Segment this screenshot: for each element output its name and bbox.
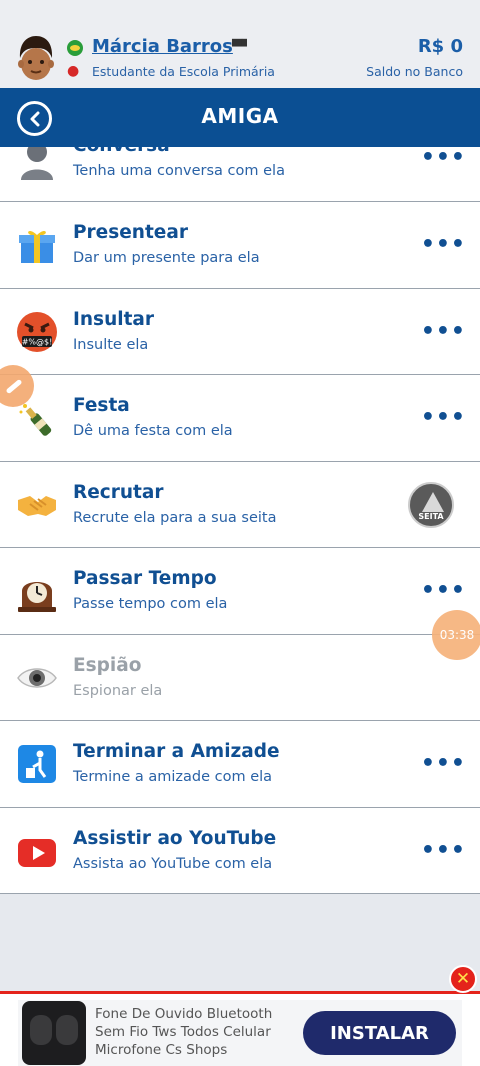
close-ad-button[interactable]: ✕: [449, 965, 477, 993]
item-title: Presentear: [73, 222, 188, 243]
cult-badge-button[interactable]: SEITA: [408, 481, 454, 528]
item-title: Conversa: [73, 147, 170, 156]
list-item-conversa[interactable]: Conversa Tenha uma conversa com ela •••: [0, 147, 480, 202]
earbuds-product-image[interactable]: [22, 1001, 86, 1065]
list-item-festa[interactable]: Festa Dê uma festa com ela •••: [0, 375, 480, 462]
item-title: Insultar: [73, 308, 155, 330]
more-options-button[interactable]: •••: [421, 578, 466, 603]
item-subtitle: Passe tempo com ela: [73, 596, 228, 612]
angry-face-icon: #%@$!: [16, 311, 58, 353]
avatar[interactable]: [14, 34, 58, 82]
pistol-icon: ▀▘: [232, 40, 252, 55]
item-title: Passar Tempo: [73, 568, 217, 589]
more-options-button[interactable]: •••: [421, 751, 466, 776]
ad-text[interactable]: Fone De Ouvido Bluetooth Sem Fio Tws Tod…: [95, 1005, 295, 1059]
more-options-button[interactable]: •••: [421, 147, 466, 170]
character-name[interactable]: Márcia Barros: [92, 36, 233, 57]
trash-person-icon: [16, 743, 58, 785]
clock-icon: [16, 572, 58, 614]
bank-balance[interactable]: R$ 0: [418, 36, 463, 57]
item-title: Recrutar: [73, 481, 164, 503]
item-title: Assistir ao YouTube: [73, 827, 277, 849]
svg-text:#%@$!: #%@$!: [22, 337, 53, 346]
brazil-flag-icon: [67, 40, 83, 56]
more-options-button[interactable]: •••: [421, 405, 466, 430]
list-item-passar-tempo[interactable]: Passar Tempo Passe tempo com ela •••: [0, 548, 480, 635]
youtube-icon: [16, 832, 58, 874]
more-options-button[interactable]: •••: [421, 838, 466, 863]
more-options-button[interactable]: •••: [421, 232, 466, 257]
item-subtitle: Insulte ela: [73, 336, 149, 353]
more-options-button[interactable]: •••: [421, 319, 466, 344]
list-item-insultar[interactable]: #%@$! Insultar Insulte ela •••: [0, 288, 480, 375]
item-title: Festa: [73, 395, 130, 416]
list-item-presentear[interactable]: Presentear Dar um presente para ela •••: [0, 202, 480, 289]
list-item-recrutar[interactable]: Recrutar Recrute ela para a sua seita SE…: [0, 461, 480, 548]
eye-icon: [16, 657, 58, 699]
item-subtitle: Assista ao YouTube com ela: [73, 855, 273, 872]
item-subtitle: Dar um presente para ela: [73, 250, 260, 266]
page-title: AMIGA: [201, 104, 279, 128]
gift-icon: [16, 224, 58, 266]
item-subtitle: Espionar ela: [73, 682, 163, 699]
list-item-terminar-amizade[interactable]: Terminar a Amizade Termine a amizade com…: [0, 721, 480, 808]
list-item-espiao: Espião Espionar ela: [0, 634, 480, 721]
recording-timer[interactable]: 03:38: [432, 610, 480, 660]
item-subtitle: Termine a amizade com ela: [73, 769, 273, 785]
bank-balance-label: Saldo no Banco: [366, 64, 463, 79]
item-title: Terminar a Amizade: [73, 741, 280, 762]
character-role: Estudante da Escola Primária: [92, 64, 275, 79]
champagne-icon: [16, 399, 58, 441]
list-item-assistir-youtube[interactable]: Assistir ao YouTube Assista ao YouTube c…: [0, 807, 480, 894]
action-list: Conversa Tenha uma conversa com ela ••• …: [0, 147, 480, 894]
item-subtitle: Recrute ela para a sua seita: [73, 509, 277, 526]
top-status-bar: ● Márcia Barros ▀▘ Estudante da Escola P…: [0, 0, 480, 88]
item-subtitle: Dê uma festa com ela: [73, 423, 233, 439]
person-silhouette-icon: [16, 147, 58, 187]
apple-icon: ●: [67, 63, 80, 79]
install-button[interactable]: INSTALAR: [303, 1011, 456, 1055]
item-subtitle: Tenha uma conversa com ela: [73, 163, 285, 179]
handshake-icon: [16, 484, 58, 526]
item-title: Espião: [73, 654, 142, 676]
